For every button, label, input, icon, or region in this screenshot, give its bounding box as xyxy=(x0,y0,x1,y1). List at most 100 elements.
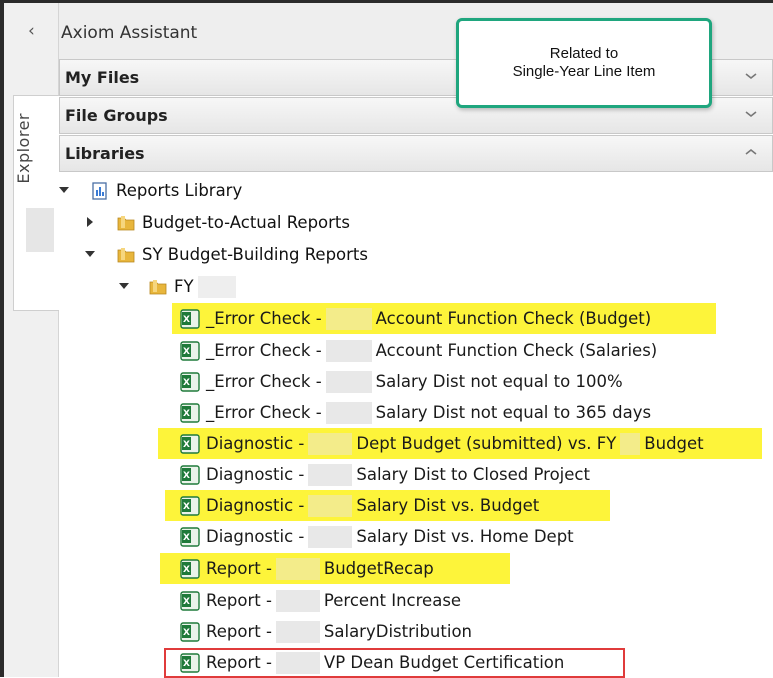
tree-file-row[interactable]: X _Error Check - Account Function Check … xyxy=(172,303,716,334)
tree-collapsed-icon[interactable] xyxy=(84,216,96,228)
excel-file-icon: X xyxy=(180,464,200,485)
panel-title: Axiom Assistant xyxy=(61,23,198,43)
section-label: Libraries xyxy=(65,144,145,163)
tree-folder-budget-to-actual[interactable]: Budget-to-Actual Reports xyxy=(116,207,350,238)
tree-file-row[interactable]: X Diagnostic - Dept Budget (submitted) v… xyxy=(158,428,762,459)
excel-file-icon: X xyxy=(180,402,200,423)
svg-text:X: X xyxy=(183,628,190,638)
file-prefix: Report - xyxy=(206,653,272,672)
folder-icon xyxy=(117,215,135,230)
svg-text:X: X xyxy=(183,533,190,543)
redacted-text xyxy=(620,432,641,455)
tree-item-label: Reports Library xyxy=(116,181,243,200)
redacted-text xyxy=(275,557,320,580)
svg-text:X: X xyxy=(183,409,190,419)
tree-item-label: SY Budget-Building Reports xyxy=(142,245,368,264)
excel-file-icon: X xyxy=(180,340,200,361)
tree-folder-sy-budget-building[interactable]: SY Budget-Building Reports xyxy=(116,239,368,270)
file-prefix: Diagnostic - xyxy=(206,496,305,515)
excel-file-icon: X xyxy=(180,495,200,516)
svg-text:X: X xyxy=(183,347,190,357)
tree-file-row[interactable]: X Report - BudgetRecap xyxy=(160,553,510,584)
section-libraries[interactable]: Libraries xyxy=(59,135,773,172)
redacted-text xyxy=(325,307,372,330)
excel-file-icon: X xyxy=(180,652,200,673)
callout-line-2: Single-Year Line Item xyxy=(512,63,656,80)
file-prefix: Diagnostic - xyxy=(206,434,305,453)
file-name: Percent Increase xyxy=(323,591,462,610)
redacted-tab xyxy=(26,208,54,252)
file-suffix: Budget xyxy=(644,434,704,453)
report-library-icon xyxy=(92,181,107,200)
file-name: Salary Dist not equal to 365 days xyxy=(375,403,652,422)
tree-file-row[interactable]: X Report - VP Dean Budget Certification xyxy=(180,647,564,678)
tree-folder-fy[interactable]: FY xyxy=(148,271,240,302)
excel-file-icon: X xyxy=(180,558,200,579)
file-name: Account Function Check (Budget) xyxy=(375,309,652,328)
tree-file-row[interactable]: X _Error Check - Account Function Check … xyxy=(180,335,657,366)
tree-file-row[interactable]: X Diagnostic - Salary Dist to Closed Pro… xyxy=(180,459,590,490)
tree-file-row[interactable]: X _Error Check - Salary Dist not equal t… xyxy=(180,366,623,397)
svg-text:X: X xyxy=(183,659,190,669)
svg-text:X: X xyxy=(183,471,190,481)
redacted-text xyxy=(275,651,320,674)
file-name: Salary Dist vs. Home Dept xyxy=(356,527,574,546)
explorer-tab-label: Explorer xyxy=(14,113,33,184)
file-name: Salary Dist not equal to 100% xyxy=(375,372,623,391)
folder-icon xyxy=(117,247,135,262)
tree-file-row[interactable]: X Diagnostic - Salary Dist vs. Home Dept xyxy=(180,521,574,552)
chevron-down-icon[interactable] xyxy=(744,69,758,83)
side-strip: ‹ Explorer xyxy=(4,3,59,677)
file-prefix: Report - xyxy=(206,559,272,578)
redacted-text xyxy=(308,525,353,548)
redacted-text xyxy=(197,275,236,298)
file-prefix: Report - xyxy=(206,622,272,641)
section-label: File Groups xyxy=(65,106,168,125)
tree-file-row[interactable]: X _Error Check - Salary Dist not equal t… xyxy=(180,397,651,428)
section-label: My Files xyxy=(65,68,140,87)
chevron-left-icon[interactable]: ‹ xyxy=(28,21,35,41)
file-prefix: Report - xyxy=(206,591,272,610)
redacted-text xyxy=(325,401,372,424)
redacted-text xyxy=(325,370,372,393)
tree-file-row[interactable]: X Diagnostic - Salary Dist vs. Budget xyxy=(165,490,610,521)
excel-file-icon: X xyxy=(180,590,200,611)
tree-expanded-icon[interactable] xyxy=(118,280,130,292)
tree-expanded-icon[interactable] xyxy=(84,248,96,260)
file-name: Salary Dist vs. Budget xyxy=(356,496,540,515)
tree-item-label: FY xyxy=(174,277,194,296)
tree-expanded-icon[interactable] xyxy=(58,184,70,196)
callout-box: Related to Single-Year Line Item xyxy=(456,18,712,108)
redacted-text xyxy=(308,432,353,455)
tree-item-reports-library[interactable]: Reports Library xyxy=(90,175,242,206)
file-name: Salary Dist to Closed Project xyxy=(356,465,590,484)
file-prefix: Diagnostic - xyxy=(206,527,305,546)
file-name: SalaryDistribution xyxy=(323,622,472,641)
svg-text:X: X xyxy=(183,440,190,450)
excel-file-icon: X xyxy=(180,308,200,329)
redacted-text xyxy=(308,494,353,517)
redacted-text xyxy=(275,620,320,643)
file-name: BudgetRecap xyxy=(323,559,434,578)
file-prefix: Diagnostic - xyxy=(206,465,305,484)
redacted-text xyxy=(275,589,320,612)
folder-icon xyxy=(149,279,167,294)
excel-file-icon: X xyxy=(180,371,200,392)
tree-file-row[interactable]: X Report - SalaryDistribution xyxy=(180,616,472,647)
svg-text:X: X xyxy=(183,597,190,607)
svg-text:X: X xyxy=(183,315,190,325)
svg-text:X: X xyxy=(183,378,190,388)
svg-text:X: X xyxy=(183,565,190,575)
tree-file-row[interactable]: X Report - Percent Increase xyxy=(180,585,461,616)
file-name: Account Function Check (Salaries) xyxy=(375,341,658,360)
excel-file-icon: X xyxy=(180,621,200,642)
file-prefix: _Error Check - xyxy=(206,372,322,391)
chevron-up-icon[interactable] xyxy=(744,145,758,159)
chevron-down-icon[interactable] xyxy=(744,107,758,121)
redacted-text xyxy=(325,339,372,362)
file-name: VP Dean Budget Certification xyxy=(323,653,565,672)
file-prefix: _Error Check - xyxy=(206,403,322,422)
callout-line-1: Related to xyxy=(549,45,619,62)
file-prefix: _Error Check - xyxy=(206,309,322,328)
excel-file-icon: X xyxy=(180,526,200,547)
